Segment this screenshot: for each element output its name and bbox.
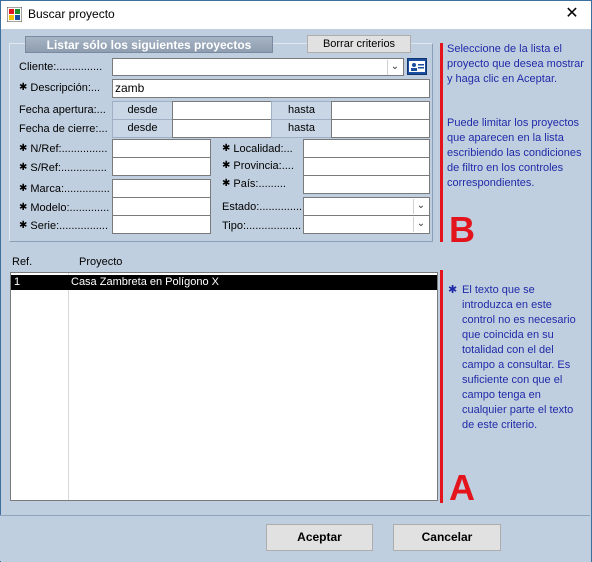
title-bar: Buscar proyecto ✕ <box>1 1 591 29</box>
chevron-down-icon[interactable]: ⌄ <box>413 217 428 232</box>
wildcard-star-icon: ✱ <box>19 220 28 231</box>
tipo-select[interactable]: ⌄ <box>303 215 430 234</box>
localidad-label-text: Localidad:... <box>233 143 293 155</box>
wildcard-star-icon: ✱ <box>19 143 28 154</box>
chevron-down-icon[interactable]: ⌄ <box>413 199 428 214</box>
modelo-label-text: Modelo:............. <box>30 202 110 214</box>
annotation-bar-a <box>440 270 443 503</box>
app-icon <box>7 7 22 22</box>
nref-label-text: N/Ref:............... <box>30 143 108 155</box>
cliente-select[interactable]: ⌄ <box>112 58 404 76</box>
fecha-apertura-hasta-caption: hasta <box>271 101 332 120</box>
pais-input[interactable] <box>303 175 430 194</box>
accept-button[interactable]: Aceptar <box>266 524 373 551</box>
help-text-top-2: Puede limitar los proyectos que aparecen… <box>447 117 582 189</box>
estado-label: Estado:.............. <box>222 201 303 213</box>
clear-criteria-button[interactable]: Borrar criterios <box>307 35 411 53</box>
tipo-label: Tipo:.................. <box>222 220 302 232</box>
descripcion-input[interactable]: zamb <box>112 79 430 98</box>
pais-label-text: País:......... <box>233 178 286 190</box>
wildcard-star-icon: ✱ <box>19 202 28 213</box>
row-ref: 1 <box>14 276 21 288</box>
table-row[interactable]: 1 Casa Zambreta en Polígono X <box>11 275 437 290</box>
sref-label-text: S/Ref:............... <box>30 162 107 174</box>
nref-input[interactable] <box>112 139 211 158</box>
wildcard-star-icon: ✱ <box>222 160 231 171</box>
wildcard-star-icon: ✱ <box>222 143 231 154</box>
provincia-label: ✱ Provincia:.... <box>222 160 294 172</box>
column-divider <box>68 273 69 500</box>
chevron-down-icon[interactable]: ⌄ <box>387 60 402 75</box>
window-title: Buscar proyecto <box>28 7 115 21</box>
fecha-apertura-desde-input[interactable] <box>172 101 272 120</box>
localidad-label: ✱ Localidad:... <box>222 143 293 155</box>
filter-group-title: Listar sólo los siguientes proyectos <box>25 36 273 53</box>
help-text-bottom: El texto que se introduzca en este contr… <box>462 284 576 431</box>
row-proyecto: Casa Zambreta en Polígono X <box>71 276 219 288</box>
wildcard-star-icon: ✱ <box>222 178 231 189</box>
serie-label-text: Serie:................ <box>30 220 109 232</box>
localidad-input[interactable] <box>303 139 430 158</box>
cancel-button[interactable]: Cancelar <box>393 524 501 551</box>
wildcard-star-icon: ✱ <box>448 284 458 296</box>
modelo-label: ✱ Modelo:............. <box>19 202 109 214</box>
marca-input[interactable] <box>112 179 211 198</box>
serie-input[interactable] <box>112 215 211 234</box>
descripcion-label-text: Descripción:... <box>30 82 101 94</box>
fecha-cierre-desde-input[interactable] <box>172 119 272 138</box>
wildcard-star-icon: ✱ <box>19 183 28 194</box>
close-icon[interactable]: ✕ <box>553 1 591 29</box>
column-header-proyecto[interactable]: Proyecto <box>79 256 122 268</box>
nref-label: ✱ N/Ref:............... <box>19 143 107 155</box>
pais-label: ✱ País:......... <box>222 178 286 190</box>
wildcard-star-icon: ✱ <box>19 82 28 93</box>
contact-card-icon[interactable] <box>407 58 427 75</box>
fecha-apertura-hasta-input[interactable] <box>331 101 430 120</box>
descripcion-label: ✱ Descripción:... <box>19 82 100 94</box>
help-text-top-1: Seleccione de la lista el proyecto que d… <box>447 43 584 85</box>
provincia-label-text: Provincia:.... <box>233 160 294 172</box>
sref-label: ✱ S/Ref:............... <box>19 162 107 174</box>
modelo-input[interactable] <box>112 197 211 216</box>
marca-label-text: Marca:............... <box>30 183 110 195</box>
provincia-input[interactable] <box>303 157 430 176</box>
annotation-bar-b <box>440 43 443 242</box>
serie-label: ✱ Serie:................ <box>19 220 108 232</box>
annotation-letter-b: B <box>449 209 475 250</box>
marca-label: ✱ Marca:............... <box>19 183 110 195</box>
sref-input[interactable] <box>112 157 211 176</box>
fecha-cierre-hasta-input[interactable] <box>331 119 430 138</box>
fecha-cierre-label: Fecha de cierre:... <box>19 123 108 135</box>
column-header-ref[interactable]: Ref. <box>12 256 32 268</box>
fecha-cierre-hasta-caption: hasta <box>271 119 332 138</box>
fecha-cierre-desde-caption: desde <box>112 119 173 138</box>
cliente-label: Cliente:............... <box>19 61 103 73</box>
estado-select[interactable]: ⌄ <box>303 197 430 216</box>
wildcard-star-icon: ✱ <box>19 162 28 173</box>
project-list[interactable]: 1 Casa Zambreta en Polígono X <box>10 272 438 501</box>
fecha-apertura-desde-caption: desde <box>112 101 173 120</box>
annotation-letter-a: A <box>449 467 475 508</box>
fecha-apertura-label: Fecha apertura:... <box>19 104 106 116</box>
